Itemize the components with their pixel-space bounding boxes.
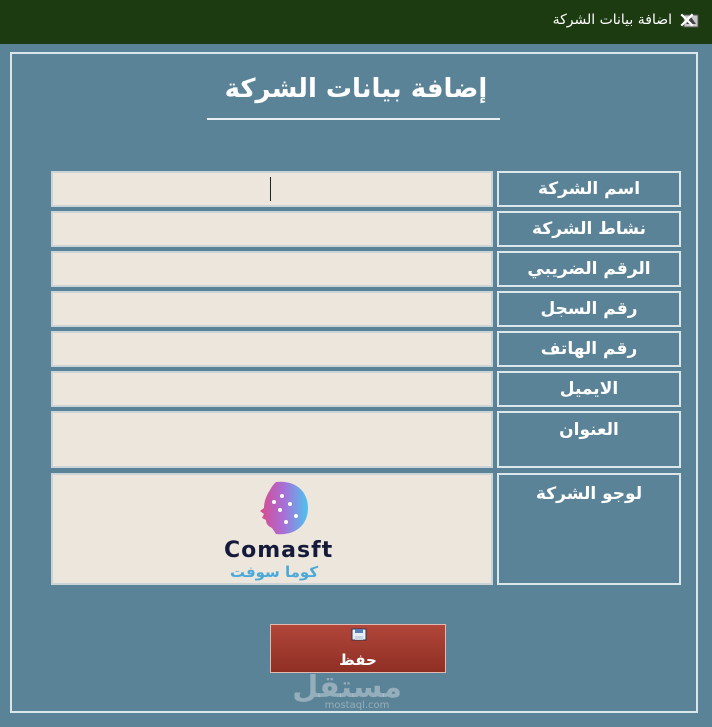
company-logo-box[interactable]: Comasft كوما سوفت [51,473,493,585]
phone-input[interactable] [51,331,493,367]
registry-number-input[interactable] [51,291,493,327]
email-label: الايميل [497,371,681,407]
company-logo-label: لوجو الشركة [497,473,681,585]
logo-brand-arabic: كوما سوفت [229,563,319,581]
address-input[interactable] [51,411,493,468]
company-activity-input[interactable] [51,211,493,247]
page-title: إضافة بيانات الشركة [224,74,488,104]
text-caret [270,177,271,201]
close-button[interactable]: ✕ [672,8,702,36]
title-bar: اضافة بيانات الشركة ✕ [0,0,712,44]
save-button[interactable]: حفظ [270,624,446,673]
registry-number-label: رقم السجل [497,291,681,327]
email-input[interactable] [51,371,493,407]
logo-head-icon [260,481,308,535]
company-name-label: اسم الشركة [497,171,681,207]
save-icon [351,628,367,641]
address-label: العنوان [497,411,681,468]
watermark-sub: mostaql.com [324,700,390,711]
window-title: اضافة بيانات الشركة [552,12,672,28]
title-underline [207,118,500,120]
company-name-input[interactable] [51,171,493,207]
logo-brand-text: Comasft [224,538,334,563]
company-activity-label: نشاط الشركة [497,211,681,247]
company-data-window: اضافة بيانات الشركة ✕ إضافة بيانات الشرك… [0,0,712,727]
tax-number-label: الرقم الضريبي [497,251,681,287]
save-button-label: حفظ [339,651,377,669]
phone-label: رقم الهاتف [497,331,681,367]
tax-number-input[interactable] [51,251,493,287]
